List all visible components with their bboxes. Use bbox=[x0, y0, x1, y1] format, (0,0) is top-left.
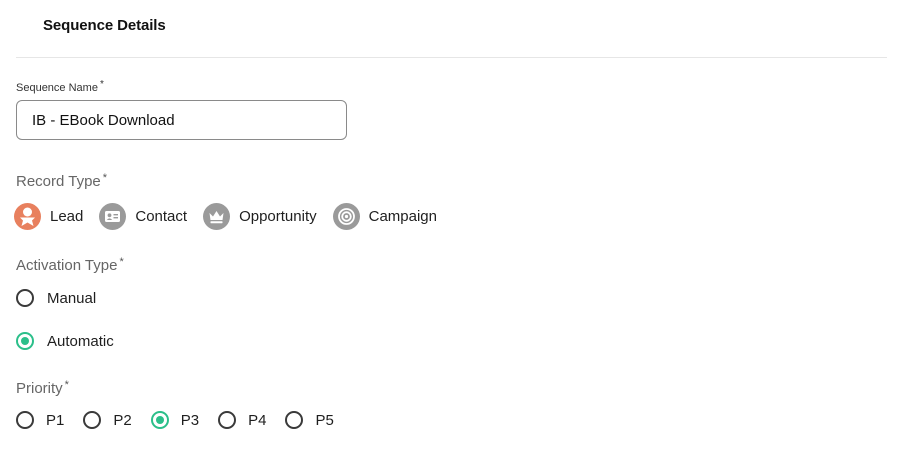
contact-card-icon bbox=[99, 202, 127, 230]
manual-radio-label: Manual bbox=[47, 289, 97, 307]
priority-options: P1 P2 P3 P4 P5 bbox=[16, 411, 353, 429]
divider bbox=[16, 57, 887, 58]
priority-option-p3[interactable]: P3 bbox=[150, 411, 200, 429]
p5-radio-label: P5 bbox=[315, 411, 334, 429]
p1-radio-label: P1 bbox=[46, 411, 65, 429]
priority-option-p1[interactable]: P1 bbox=[16, 411, 64, 429]
activation-type-label-text: Activation Type bbox=[16, 257, 118, 274]
record-type-label: Record Type * bbox=[16, 172, 107, 190]
sequence-name-label-text: Sequence Name bbox=[16, 82, 98, 94]
required-mark: * bbox=[102, 172, 108, 184]
required-mark: * bbox=[119, 256, 124, 268]
crown-icon bbox=[203, 202, 231, 230]
p5-radio[interactable] bbox=[285, 411, 304, 429]
record-type-contact[interactable]: Contact bbox=[99, 202, 188, 230]
p4-radio-label: P4 bbox=[248, 411, 267, 429]
p4-radio[interactable] bbox=[218, 411, 237, 429]
activation-type-label: Activation Type * bbox=[16, 256, 124, 274]
automatic-radio[interactable] bbox=[16, 332, 34, 350]
record-type-label-lead: Lead bbox=[50, 207, 84, 225]
manual-radio[interactable] bbox=[16, 289, 34, 307]
priority-option-p5[interactable]: P5 bbox=[285, 411, 334, 429]
p2-radio[interactable] bbox=[83, 411, 102, 429]
lead-icon bbox=[14, 202, 41, 230]
sequence-name-input[interactable] bbox=[16, 100, 347, 140]
record-type-campaign[interactable]: Campaign bbox=[332, 202, 437, 230]
required-mark: * bbox=[64, 379, 69, 391]
priority-option-p2[interactable]: P2 bbox=[83, 411, 132, 429]
p1-radio[interactable] bbox=[16, 411, 34, 429]
priority-label: Priority * bbox=[16, 379, 69, 397]
p3-radio-label: P3 bbox=[180, 411, 200, 429]
record-type-options: Lead Contact Opportunity Campaign bbox=[14, 202, 453, 230]
record-type-label-contact: Contact bbox=[135, 207, 188, 225]
section-title: Sequence Details bbox=[43, 17, 166, 34]
record-type-lead[interactable]: Lead bbox=[14, 202, 84, 230]
record-type-label-opportunity: Opportunity bbox=[239, 207, 317, 225]
p2-radio-label: P2 bbox=[113, 411, 132, 429]
record-type-label-campaign: Campaign bbox=[368, 207, 437, 225]
activation-option-automatic[interactable]: Automatic bbox=[16, 332, 114, 350]
required-mark: * bbox=[99, 79, 104, 90]
record-type-label-text: Record Type bbox=[16, 173, 101, 190]
activation-option-manual[interactable]: Manual bbox=[16, 289, 96, 307]
priority-option-p4[interactable]: P4 bbox=[218, 411, 266, 429]
target-icon bbox=[332, 202, 360, 230]
automatic-radio-label: Automatic bbox=[47, 332, 114, 350]
sequence-name-label: Sequence Name * bbox=[16, 79, 104, 94]
priority-label-text: Priority bbox=[16, 380, 63, 397]
p3-radio[interactable] bbox=[150, 411, 169, 429]
record-type-opportunity[interactable]: Opportunity bbox=[203, 202, 317, 230]
